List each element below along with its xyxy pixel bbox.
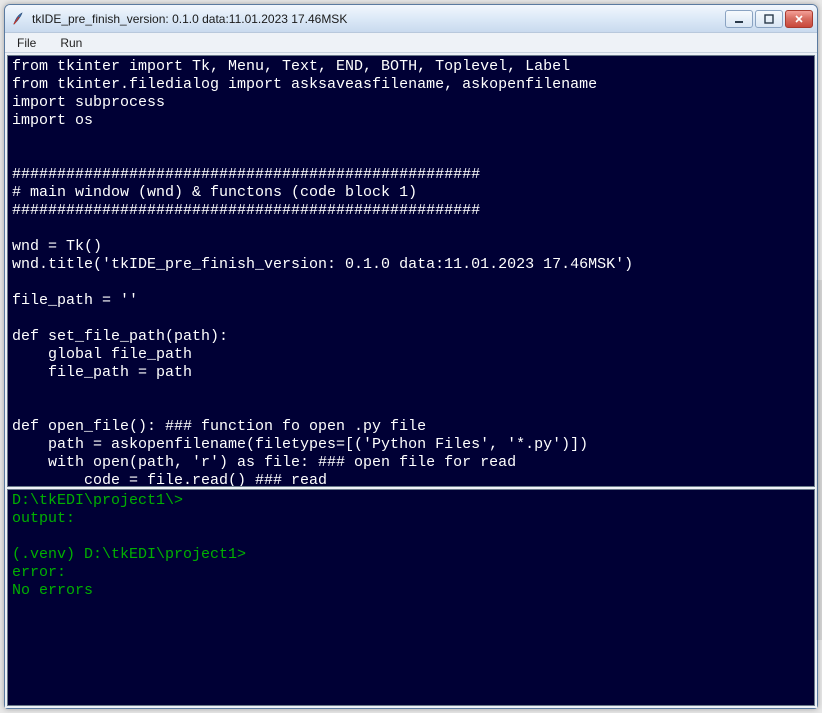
tk-feather-icon xyxy=(11,11,27,27)
minimize-button[interactable] xyxy=(725,10,753,28)
menu-file[interactable]: File xyxy=(11,35,42,51)
window-title: tkIDE_pre_finish_version: 0.1.0 data:11.… xyxy=(32,12,725,26)
output-console[interactable]: D:\tkEDI\project1\> output: (.venv) D:\t… xyxy=(7,489,815,706)
window-controls xyxy=(725,10,813,28)
edge-shadow xyxy=(816,280,822,640)
menubar: File Run xyxy=(5,33,817,53)
application-window: tkIDE_pre_finish_version: 0.1.0 data:11.… xyxy=(4,4,818,709)
console-content: D:\tkEDI\project1\> output: (.venv) D:\t… xyxy=(12,492,246,599)
maximize-button[interactable] xyxy=(755,10,783,28)
titlebar[interactable]: tkIDE_pre_finish_version: 0.1.0 data:11.… xyxy=(5,5,817,33)
menu-run[interactable]: Run xyxy=(54,35,88,51)
code-editor[interactable]: from tkinter import Tk, Menu, Text, END,… xyxy=(7,55,815,487)
close-button[interactable] xyxy=(785,10,813,28)
editor-content: from tkinter import Tk, Menu, Text, END,… xyxy=(12,58,633,487)
client-area: from tkinter import Tk, Menu, Text, END,… xyxy=(5,53,817,708)
